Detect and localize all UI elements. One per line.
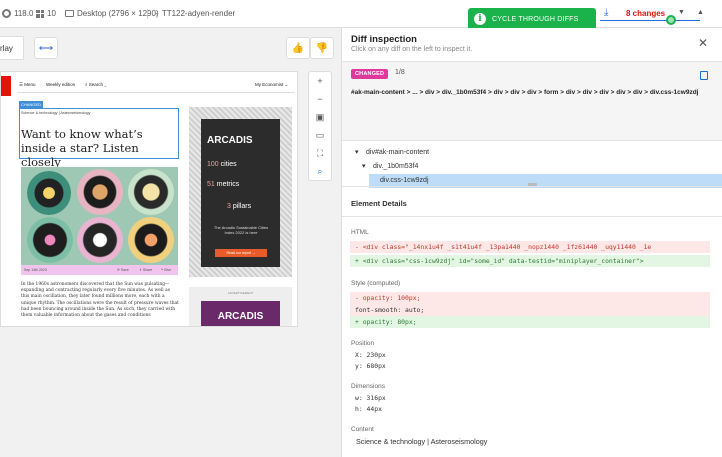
status-badge: CHANGED xyxy=(351,69,389,79)
zoom-in-icon[interactable]: + xyxy=(309,72,331,90)
info-icon: i xyxy=(474,13,486,25)
html-label: HTML xyxy=(351,229,369,236)
windows-icon xyxy=(36,9,44,18)
diff-summary: CHANGED 1/8 #ak-main-content > ... > div… xyxy=(342,61,722,141)
zoom-out-icon[interactable]: − xyxy=(309,90,331,108)
preview-area: rlay ⟷ 👍 👎 ☰ Menu Weekly edition ⌕ Searc… xyxy=(0,28,340,457)
chevron-down-icon[interactable]: ▼ xyxy=(678,9,685,16)
top-bar: 118.0 10 Desktop (2796 × 1290) ⑂ TT122-a… xyxy=(0,0,722,28)
dom-tree: ▾ div#ak-main-content ▾ div._1b0m53f4 div.… xyxy=(342,146,722,188)
content-label: Content xyxy=(351,426,374,433)
style-label: Style (computed) xyxy=(351,280,401,287)
browser-version: 118.0 xyxy=(2,9,33,18)
fit-icon[interactable]: ▣ xyxy=(309,108,331,126)
position-values: X: 230px y: 680px xyxy=(355,351,386,370)
ad-banner-2[interactable]: ADVERTISEMENT ARCADIS xyxy=(189,287,292,326)
thumbs-down-icon[interactable]: 👎 xyxy=(310,37,334,59)
zoom-toolbar: + − ▣ ▭ ⛶ ⌕ xyxy=(308,71,332,181)
download-icon[interactable]: ⤓ xyxy=(604,7,608,18)
split-view-icon[interactable]: ⟷ xyxy=(34,37,58,59)
html-diff: - <div class="_14nx1u4f _s1t41u4f _13pa1… xyxy=(350,241,710,267)
article-headline: Want to know what’s inside a star? Liste… xyxy=(21,127,143,169)
cursor-indicator xyxy=(666,15,676,25)
element-details-heading: Element Details xyxy=(351,199,407,208)
article-meta-bar: Sep 14th 2023 ⟳ Save ⇪ Share ❝ Give xyxy=(21,265,178,275)
panel-subtitle: Click on any diff on the left to inspect… xyxy=(351,46,473,53)
chrome-icon xyxy=(2,9,11,18)
position-label: Position xyxy=(351,340,375,347)
branch-icon: ⑂ xyxy=(154,9,159,18)
dimension-values: w: 316px h: 44px xyxy=(355,394,386,413)
os-version: 10 xyxy=(36,9,56,18)
crop-icon[interactable]: ⛶ xyxy=(309,144,331,162)
monitor-icon xyxy=(65,10,74,17)
tree-item[interactable]: ▾ div._1b0m53f4 xyxy=(342,160,722,174)
viewport-size: Desktop (2796 × 1290) xyxy=(65,9,159,18)
changes-count[interactable]: 8 changes xyxy=(626,9,665,18)
article-body: In the 1960s astronomers discovered that… xyxy=(21,282,179,319)
changed-tag: CHANGED xyxy=(19,101,44,108)
copy-icon[interactable] xyxy=(700,71,708,80)
hero-image xyxy=(21,167,178,265)
content-value: Science & technology | Asteroseismology xyxy=(356,437,488,446)
section-label: Science & technology | Asteroseismology xyxy=(21,111,91,115)
folder-icon[interactable]: ▭ xyxy=(309,126,331,144)
page-snapshot[interactable]: ☰ Menu Weekly edition ⌕ Search ⌄ My Econ… xyxy=(0,71,298,327)
thumbs-up-icon[interactable]: 👍 xyxy=(286,37,310,59)
dimensions-label: Dimensions xyxy=(351,383,385,390)
article-nav: ☰ Menu Weekly edition ⌕ Search ⌄ My Econ… xyxy=(19,82,289,87)
overlay-button[interactable]: rlay xyxy=(0,36,24,60)
chevron-up-icon[interactable]: ▲ xyxy=(697,9,704,16)
cycle-diffs-toast[interactable]: i CYCLE THROUGH DIFFS xyxy=(468,8,596,30)
diff-inspection-panel: Diff inspection Click on any diff on the… xyxy=(341,28,722,457)
selector-path: #ak-main-content > ... > div > div._1b0m… xyxy=(351,89,699,96)
tree-item[interactable]: ▾ div#ak-main-content xyxy=(342,146,722,160)
inspect-icon[interactable]: ⌕ xyxy=(309,162,331,180)
ad-banner[interactable]: ARCADIS 100 cities 51 metrics 3 pillars … xyxy=(189,107,292,277)
panel-title: Diff inspection xyxy=(351,34,417,45)
close-icon[interactable]: ✕ xyxy=(698,36,708,50)
style-diff: - opacity: 100px; font-smooth: auto; + o… xyxy=(350,292,710,328)
branch-name: ⑂ TT122-adyen-render xyxy=(154,9,236,18)
diff-counter: 1/8 xyxy=(395,69,405,76)
